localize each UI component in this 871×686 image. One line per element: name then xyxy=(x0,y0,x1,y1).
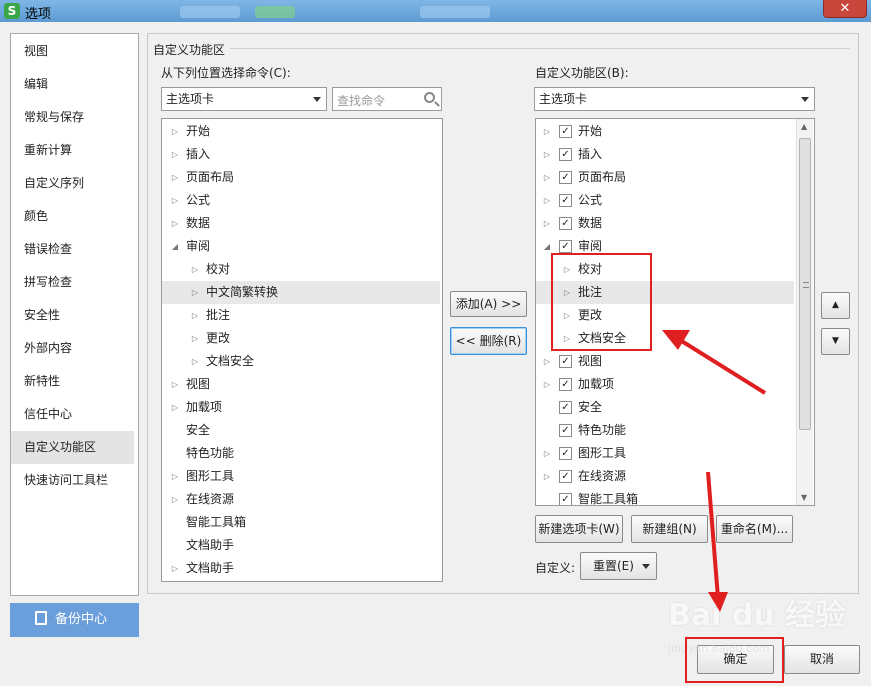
annotation-arrowhead xyxy=(708,592,728,612)
annotation-arrows xyxy=(662,330,767,612)
annotation-arrow xyxy=(678,338,767,395)
annotation-arrowhead xyxy=(662,330,690,350)
annotation-arrow xyxy=(706,471,720,599)
